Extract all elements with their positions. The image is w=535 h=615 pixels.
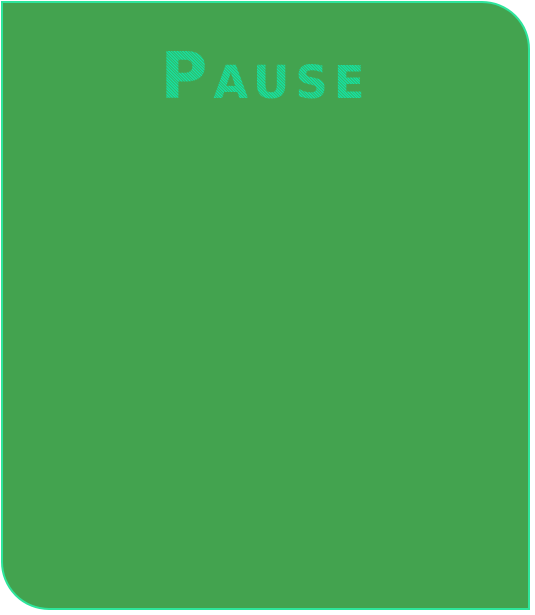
pause-title-text: Pause xyxy=(160,40,371,114)
pause-title: Pause xyxy=(3,45,528,109)
pause-panel: Pause xyxy=(1,1,530,610)
